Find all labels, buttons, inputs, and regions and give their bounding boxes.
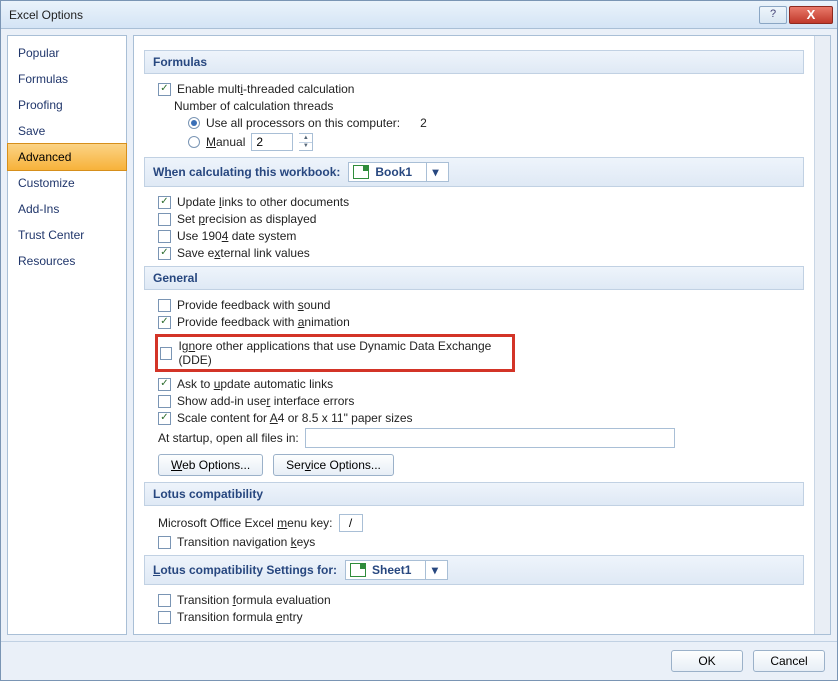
dropdown-workbook-value: Book1 xyxy=(375,165,412,179)
button-web-options[interactable]: Web Options... xyxy=(158,454,263,476)
label-transition-nav: Transition navigation keys xyxy=(177,535,315,549)
label-transition-entry: Transition formula entry xyxy=(177,610,303,624)
excel-options-dialog: Excel Options ? X Popular Formulas Proof… xyxy=(0,0,838,681)
checkbox-ignore-dde[interactable] xyxy=(160,347,172,360)
radio-use-all-processors[interactable] xyxy=(188,117,200,129)
label-scale-content: Scale content for A4 or 8.5 x 11" paper … xyxy=(177,411,413,425)
checkbox-show-addin-errors[interactable] xyxy=(158,395,171,408)
spinner-manual-threads[interactable]: ▲▼ xyxy=(299,133,313,151)
sidebar-item-advanced[interactable]: Advanced xyxy=(7,143,127,171)
section-lotus-for: Lotus compatibility Settings for: Sheet1… xyxy=(144,555,804,585)
checkbox-use-1904[interactable] xyxy=(158,230,171,243)
titlebar: Excel Options ? X xyxy=(1,1,837,29)
section-calc-workbook: When calculating this workbook: Book1 ▾ xyxy=(144,157,804,187)
label-feedback-animation: Provide feedback with animation xyxy=(177,315,350,329)
help-button[interactable]: ? xyxy=(759,6,787,24)
checkbox-transition-entry[interactable] xyxy=(158,611,171,624)
category-sidebar: Popular Formulas Proofing Save Advanced … xyxy=(7,35,127,635)
checkbox-scale-content[interactable]: ✓ xyxy=(158,412,171,425)
label-set-precision: Set precision as displayed xyxy=(177,212,316,226)
input-menu-key[interactable]: / xyxy=(339,514,363,532)
value-processor-count: 2 xyxy=(420,116,427,130)
cancel-button[interactable]: Cancel xyxy=(753,650,825,672)
chevron-down-icon: ▾ xyxy=(426,163,444,181)
checkbox-feedback-sound[interactable] xyxy=(158,299,171,312)
sidebar-item-save[interactable]: Save xyxy=(8,118,126,144)
checkbox-transition-eval[interactable] xyxy=(158,594,171,607)
input-manual-threads[interactable]: 2 xyxy=(251,133,293,151)
checkbox-feedback-animation[interactable]: ✓ xyxy=(158,316,171,329)
dropdown-workbook[interactable]: Book1 ▾ xyxy=(348,162,449,182)
dialog-body: Popular Formulas Proofing Save Advanced … xyxy=(1,29,837,641)
section-formulas: Formulas xyxy=(144,50,804,74)
ok-button[interactable]: OK xyxy=(671,650,743,672)
label-use-1904: Use 1904 date system xyxy=(177,229,296,243)
checkbox-enable-multithread[interactable]: ✓ xyxy=(158,83,171,96)
chevron-down-icon: ▾ xyxy=(425,561,443,579)
label-num-threads: Number of calculation threads xyxy=(174,99,333,113)
checkbox-set-precision[interactable] xyxy=(158,213,171,226)
sidebar-item-proofing[interactable]: Proofing xyxy=(8,92,126,118)
sidebar-item-popular[interactable]: Popular xyxy=(8,40,126,66)
button-service-options[interactable]: Service Options... xyxy=(273,454,394,476)
label-ask-update-links: Ask to update automatic links xyxy=(177,377,333,391)
close-button[interactable]: X xyxy=(789,6,833,24)
section-general: General xyxy=(144,266,804,290)
section-lotus-title: Lotus compatibility xyxy=(153,487,263,501)
main-panel: Formulas ✓ Enable multi-threaded calcula… xyxy=(133,35,831,635)
label-enable-multithread: Enable multi-threaded calculation xyxy=(177,82,354,96)
checkbox-save-external[interactable]: ✓ xyxy=(158,247,171,260)
dropdown-sheet[interactable]: Sheet1 ▾ xyxy=(345,560,448,580)
label-show-addin-errors: Show add-in user interface errors xyxy=(177,394,354,408)
checkbox-ask-update-links[interactable]: ✓ xyxy=(158,378,171,391)
section-formulas-title: Formulas xyxy=(153,55,207,69)
radio-manual-threads[interactable] xyxy=(188,136,200,148)
label-manual-threads: Manual xyxy=(206,135,245,149)
dialog-button-bar: OK Cancel xyxy=(1,641,837,680)
label-feedback-sound: Provide feedback with sound xyxy=(177,298,330,312)
section-lotus: Lotus compatibility xyxy=(144,482,804,506)
checkbox-update-links[interactable]: ✓ xyxy=(158,196,171,209)
checkbox-transition-nav[interactable] xyxy=(158,536,171,549)
sidebar-item-formulas[interactable]: Formulas xyxy=(8,66,126,92)
window-title: Excel Options xyxy=(9,8,757,22)
sidebar-item-customize[interactable]: Customize xyxy=(8,170,126,196)
section-general-title: General xyxy=(153,271,198,285)
dropdown-sheet-value: Sheet1 xyxy=(372,563,411,577)
highlight-dde-option: Ignore other applications that use Dynam… xyxy=(155,334,515,372)
label-ignore-dde: Ignore other applications that use Dynam… xyxy=(178,339,510,367)
label-save-external: Save external link values xyxy=(177,246,310,260)
vertical-scrollbar[interactable] xyxy=(814,36,830,634)
label-use-all-processors: Use all processors on this computer: xyxy=(206,116,400,130)
sidebar-item-resources[interactable]: Resources xyxy=(8,248,126,274)
sheet-icon xyxy=(350,563,366,577)
sidebar-item-addins[interactable]: Add-Ins xyxy=(8,196,126,222)
label-startup-open: At startup, open all files in: xyxy=(158,431,299,445)
input-startup-path[interactable] xyxy=(305,428,675,448)
workbook-icon xyxy=(353,165,369,179)
label-transition-eval: Transition formula evaluation xyxy=(177,593,331,607)
label-update-links: Update links to other documents xyxy=(177,195,349,209)
sidebar-item-trust-center[interactable]: Trust Center xyxy=(8,222,126,248)
label-menu-key: Microsoft Office Excel menu key: xyxy=(158,516,333,530)
